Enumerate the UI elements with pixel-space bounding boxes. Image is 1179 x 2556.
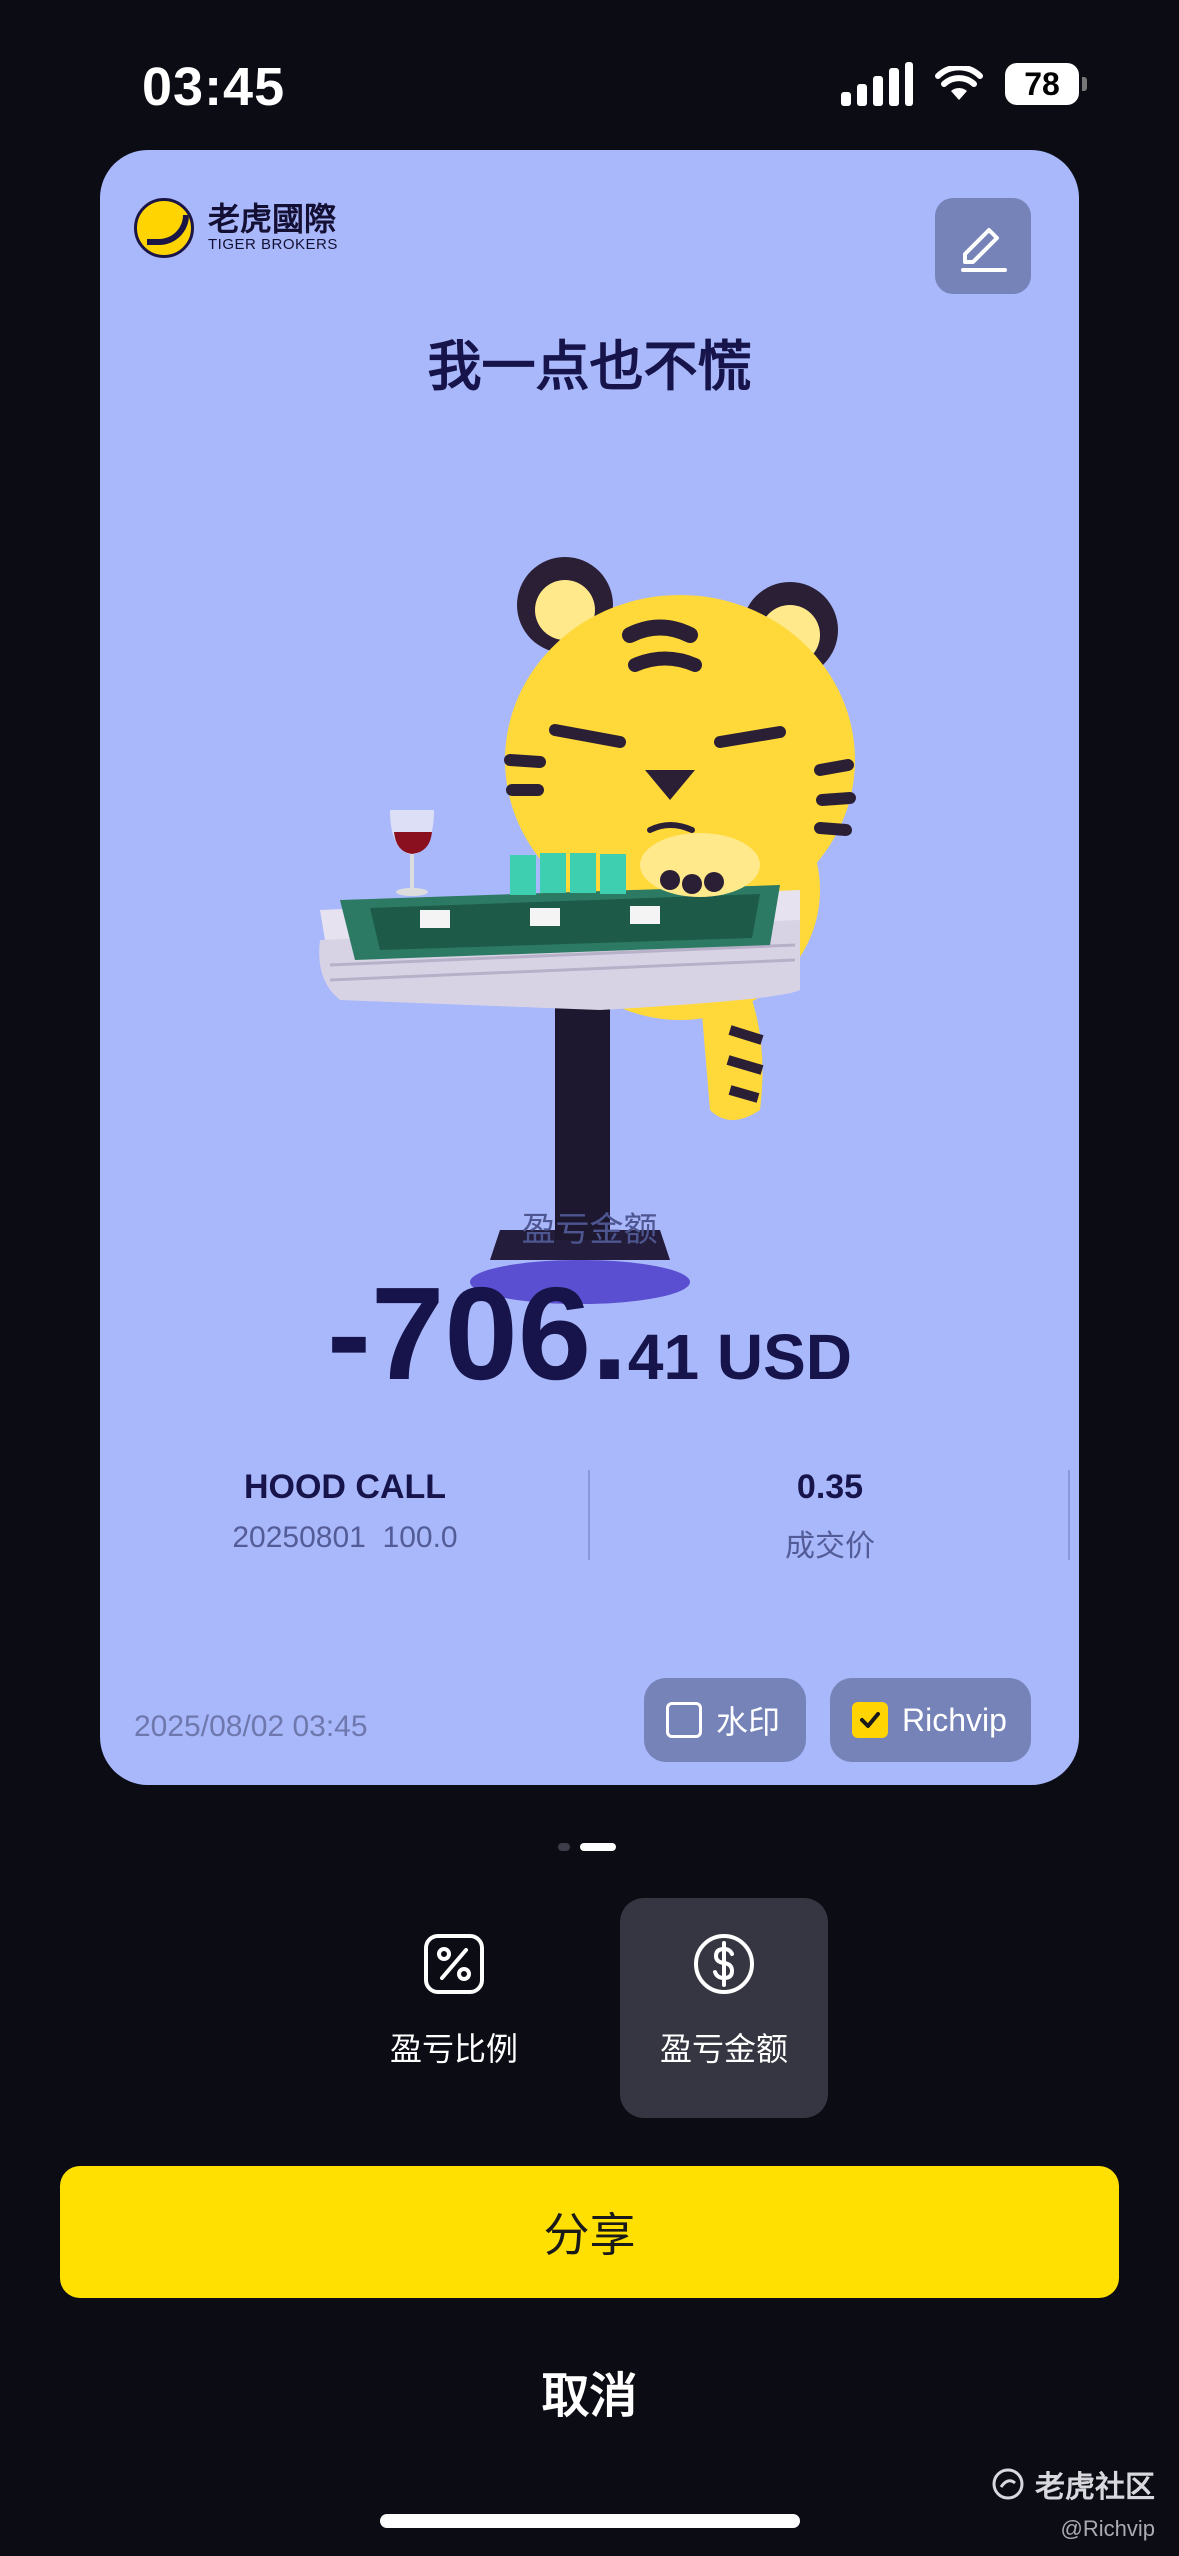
mode-pnl-ratio[interactable]: 盈亏比例 [350, 1898, 558, 2118]
contract-detail: 20250801 100.0 [232, 1521, 458, 1554]
battery-icon: 78 [1005, 63, 1087, 105]
share-card: 老虎國際 TIGER BROKERS 我一点也不慌 盈亏金额 -706.41 U… [100, 150, 1079, 1785]
richvip-toggle[interactable]: Richvip [830, 1678, 1031, 1762]
fill-price: 0.35 [796, 1468, 864, 1506]
status-time: 03:45 [142, 57, 286, 117]
check-icon [860, 1712, 880, 1728]
page-dot[interactable] [558, 1843, 570, 1851]
richvip-label: Richvip [902, 1701, 1007, 1738]
card-date: 2025/08/02 03:45 [134, 1710, 368, 1743]
contract-info: HOOD CALL 20250801 100.0 [100, 1468, 590, 1555]
pnl-integer: -706. [327, 1260, 628, 1407]
stats-divider [588, 1470, 590, 1560]
page-indicator [558, 1843, 616, 1851]
stats-divider [1068, 1470, 1070, 1560]
fill-price-label: 成交价 [785, 1529, 875, 1564]
mode-pnl-amount[interactable]: 盈亏金额 [620, 1898, 828, 2118]
wifi-icon [935, 66, 983, 100]
card-title: 我一点也不慌 [427, 335, 752, 398]
page-dot-active[interactable] [580, 1843, 616, 1851]
signal-icon [841, 62, 913, 106]
fill-price-info: 0.35 成交价 [590, 1468, 1070, 1565]
dollar-icon [694, 1934, 754, 1994]
tiger-community-icon [992, 2468, 1024, 2500]
edit-button[interactable] [935, 198, 1031, 294]
pnl-value: -706.41 USD [100, 1258, 1079, 1409]
tiger-logo-icon [134, 198, 194, 258]
brand-name-cn: 老虎國際 [208, 200, 337, 238]
battery-level: 78 [1024, 65, 1060, 102]
richvip-checkbox[interactable] [852, 1702, 888, 1738]
watermark-checkbox[interactable] [666, 1702, 702, 1738]
tiger-mahjong-illustration [319, 557, 856, 1304]
community-watermark: 老虎社区 @Richvip [991, 2462, 1155, 2542]
status-icons: 78 [841, 62, 1087, 106]
watermark-toggle[interactable]: 水印 [644, 1678, 806, 1762]
community-name: 老虎社区 [1035, 2470, 1155, 2505]
mode-label: 盈亏金额 [659, 2030, 788, 2068]
home-indicator[interactable] [380, 2514, 800, 2528]
watermark-label: 水印 [716, 1703, 781, 1741]
edit-icon [961, 228, 1007, 272]
percent-icon [424, 1934, 484, 1994]
share-button[interactable]: 分享 [60, 2166, 1119, 2298]
contract-symbol: HOOD CALL [243, 1468, 447, 1506]
community-handle: @Richvip [1060, 2516, 1155, 2541]
tiger-brokers-logo: 老虎國際 TIGER BROKERS [134, 198, 338, 258]
brand-name-en: TIGER BROKERS [208, 236, 338, 253]
pnl-decimal: 41 USD [627, 1321, 852, 1393]
mode-label: 盈亏比例 [389, 2030, 518, 2068]
cancel-button[interactable]: 取消 [0, 2356, 1179, 2426]
pnl-label: 盈亏金额 [521, 1210, 658, 1250]
